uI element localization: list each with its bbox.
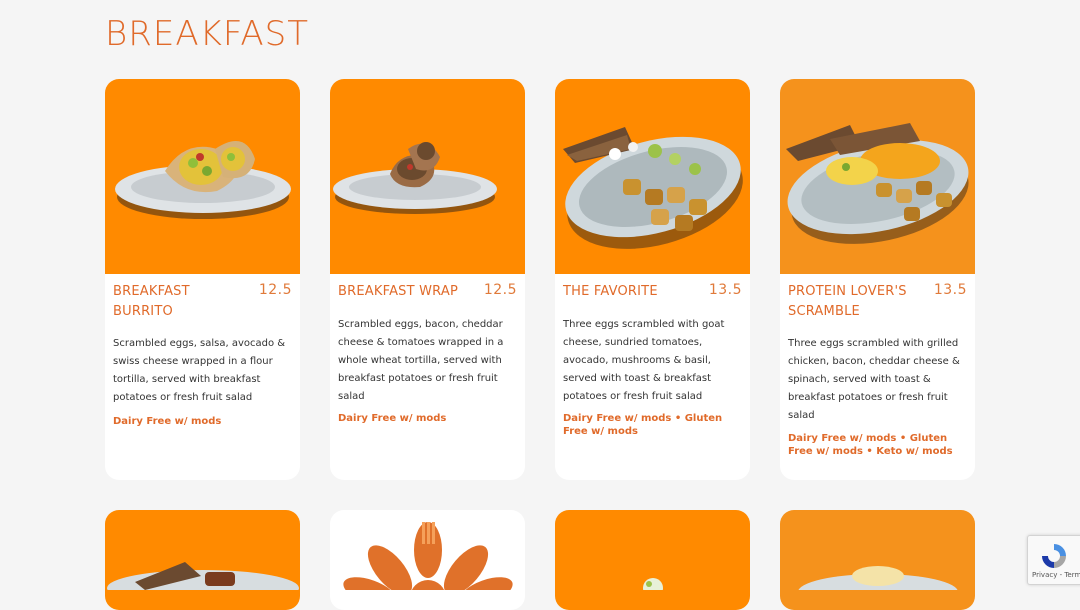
item-price: 12.5 [483,282,517,298]
item-description: Scrambled eggs, salsa, avocado & swiss c… [113,338,286,403]
item-price: 13.5 [933,282,967,298]
item-name: PROTEIN LOVER'S SCRAMBLE [788,284,907,319]
menu-card-breakfast-wrap[interactable]: BREAKFAST WRAP 12.5 Scrambled eggs, baco… [330,79,525,480]
menu-card-partial[interactable] [555,510,750,610]
dietary-info: Dairy Free w/ mods • Gluten Free w/ mods… [788,433,953,457]
dish-photo [107,562,299,606]
item-name: THE FAVORITE [563,284,658,299]
dish-photo [643,578,663,598]
dish-photo [780,79,975,274]
dietary-info: Dairy Free w/ mods • Gluten Free w/ mods [563,413,723,437]
dietary-info: Dairy Free w/ mods [338,413,447,424]
dish-photo [555,79,750,274]
menu-card-breakfast-burrito[interactable]: BREAKFAST BURRITO 12.5 Scrambled eggs, s… [105,79,300,480]
item-price: 13.5 [708,282,742,298]
recaptcha-links[interactable]: Privacy - Terms [1032,571,1080,579]
item-price: 12.5 [258,282,292,298]
dish-photo [105,79,300,274]
recaptcha-icon [1042,544,1066,568]
item-description: Three eggs scrambled with goat cheese, s… [563,319,725,402]
dish-photo [330,79,525,274]
menu-card-partial[interactable] [780,510,975,610]
menu-card-partial[interactable] [105,510,300,610]
dietary-info: Dairy Free w/ mods [113,416,222,427]
item-name: BREAKFAST WRAP [338,284,458,299]
menu-card-logo-placeholder[interactable] [330,510,525,610]
recaptcha-badge[interactable]: Privacy - Terms [1027,535,1080,585]
item-name: BREAKFAST BURRITO [113,284,190,319]
item-description: Three eggs scrambled with grilled chicke… [788,338,960,421]
item-description: Scrambled eggs, bacon, cheddar cheese & … [338,319,504,402]
fork-logo-icon [343,522,513,610]
menu-card-protein-lovers-scramble[interactable]: PROTEIN LOVER'S SCRAMBLE 13.5 Three eggs… [780,79,975,480]
section-title: BREAKFAST [105,14,309,54]
dish-photo [798,566,958,610]
menu-card-the-favorite[interactable]: THE FAVORITE 13.5 Three eggs scrambled w… [555,79,750,480]
